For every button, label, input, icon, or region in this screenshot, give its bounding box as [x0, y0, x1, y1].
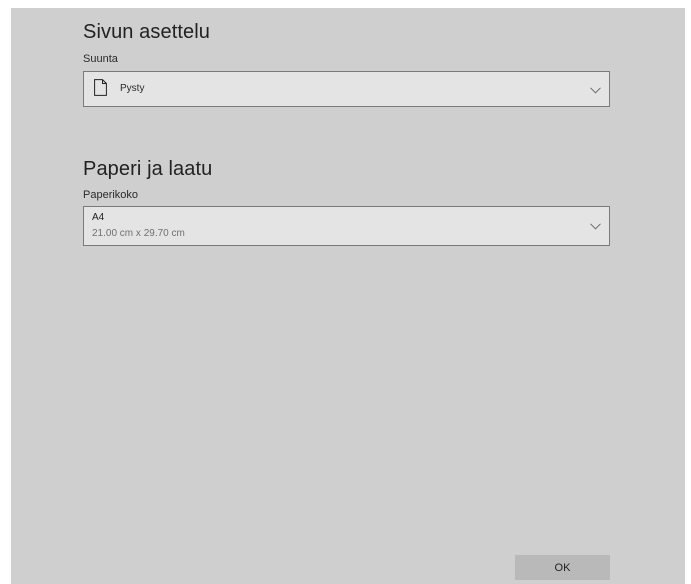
chevron-down-icon [590, 87, 601, 94]
orientation-value: Pysty [120, 83, 145, 94]
chevron-down-icon [590, 223, 601, 230]
portrait-page-icon [94, 79, 107, 96]
paper-quality-heading: Paperi ja laatu [83, 158, 213, 180]
print-settings-window: Sivun asettelu Suunta Pysty Paperi ja la… [0, 0, 691, 584]
ok-button[interactable]: OK [515, 555, 610, 580]
paper-size-dropdown[interactable]: A4 21.00 cm x 29.70 cm [83, 206, 610, 246]
paper-size-value: A4 [92, 212, 105, 223]
paper-size-dimensions: 21.00 cm x 29.70 cm [92, 228, 185, 239]
settings-panel: Sivun asettelu Suunta Pysty Paperi ja la… [11, 8, 685, 584]
paper-size-label: Paperikoko [83, 189, 139, 201]
orientation-label: Suunta [83, 53, 118, 65]
page-layout-heading: Sivun asettelu [83, 21, 211, 43]
orientation-dropdown[interactable]: Pysty [83, 71, 610, 107]
